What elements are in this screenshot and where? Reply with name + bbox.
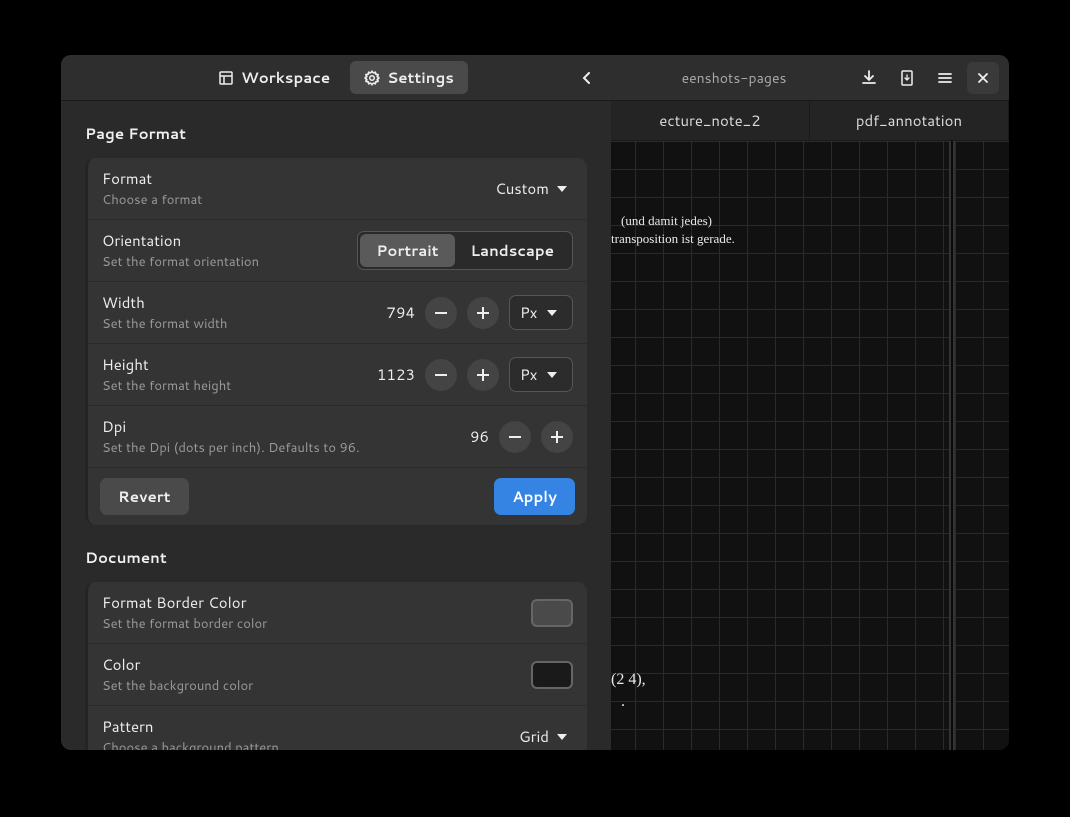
dpi-sub: Set the Dpi (dots per inch). Defaults to… bbox=[102, 439, 429, 457]
app-window: Workspace Settings Page Format Format bbox=[61, 55, 1009, 750]
row-height: Height Set the format height Px bbox=[88, 344, 587, 406]
border-color-swatch[interactable] bbox=[531, 599, 573, 627]
row-width: Width Set the format width Px bbox=[88, 282, 587, 344]
chevron-down-icon bbox=[547, 372, 557, 378]
height-increment-button[interactable] bbox=[467, 359, 499, 391]
tab-workspace-label: Workspace bbox=[241, 67, 330, 88]
pattern-label: Pattern bbox=[102, 716, 503, 737]
width-decrement-button[interactable] bbox=[425, 297, 457, 329]
bg-color-swatch[interactable] bbox=[531, 661, 573, 689]
width-sub: Set the format width bbox=[102, 315, 355, 333]
document-tabs: ecture_note_2 pdf_annotation bbox=[611, 101, 1009, 141]
apply-button[interactable]: Apply bbox=[494, 478, 575, 515]
chevron-down-icon bbox=[557, 186, 567, 192]
pattern-value: Grid bbox=[519, 726, 549, 747]
minus-icon bbox=[435, 312, 447, 314]
height-unit-value: Px bbox=[520, 364, 537, 385]
row-dpi: Dpi Set the Dpi (dots per inch). Default… bbox=[88, 406, 587, 468]
height-decrement-button[interactable] bbox=[425, 359, 457, 391]
border-color-sub: Set the format border color bbox=[102, 615, 521, 633]
canvas-area[interactable]: (und damit jedes) transposition ist gera… bbox=[611, 141, 1009, 750]
pattern-sub: Choose a background pattern bbox=[102, 739, 503, 750]
orientation-landscape-button[interactable]: Landscape bbox=[455, 234, 570, 267]
width-unit-dropdown[interactable]: Px bbox=[509, 295, 573, 330]
minus-icon bbox=[435, 374, 447, 376]
tab-settings-label: Settings bbox=[387, 67, 454, 88]
document-icon bbox=[899, 70, 915, 86]
bg-color-label: Color bbox=[102, 654, 521, 675]
width-increment-button[interactable] bbox=[467, 297, 499, 329]
doc-tab-1[interactable]: ecture_note_2 bbox=[611, 101, 810, 140]
width-input[interactable] bbox=[365, 302, 415, 323]
width-unit-value: Px bbox=[520, 302, 537, 323]
hamburger-menu-button[interactable] bbox=[929, 62, 961, 94]
close-icon bbox=[977, 72, 989, 84]
workspace-icon bbox=[218, 70, 234, 86]
format-dropdown[interactable]: Custom bbox=[489, 174, 573, 203]
border-color-label: Format Border Color bbox=[102, 592, 521, 613]
main-area: eenshots-pages ecture_note_2 pdf_annotat… bbox=[611, 55, 1009, 750]
download-icon bbox=[861, 70, 877, 86]
settings-sidebar: Workspace Settings Page Format Format bbox=[61, 55, 611, 750]
collapse-sidebar-button[interactable] bbox=[573, 64, 601, 92]
row-orientation: Orientation Set the format orientation P… bbox=[88, 220, 587, 282]
window-title: eenshots-pages bbox=[621, 68, 847, 88]
sidebar-tabs: Workspace Settings bbox=[204, 61, 468, 94]
orientation-portrait-button[interactable]: Portrait bbox=[360, 234, 454, 267]
bg-color-sub: Set the background color bbox=[102, 677, 521, 695]
format-sub: Choose a format bbox=[102, 191, 479, 209]
minus-icon bbox=[509, 436, 521, 438]
row-bg-color: Color Set the background color bbox=[88, 644, 587, 706]
pattern-dropdown[interactable]: Grid bbox=[513, 722, 573, 750]
row-pattern: Pattern Choose a background pattern Grid bbox=[88, 706, 587, 750]
revert-button[interactable]: Revert bbox=[100, 478, 189, 515]
sidebar-header: Workspace Settings bbox=[61, 55, 611, 101]
height-unit-dropdown[interactable]: Px bbox=[509, 357, 573, 392]
handwriting-stroke: transposition ist gerade. bbox=[611, 231, 735, 247]
tab-settings[interactable]: Settings bbox=[350, 61, 468, 94]
tab-workspace[interactable]: Workspace bbox=[204, 61, 344, 94]
gear-icon bbox=[364, 70, 380, 86]
dpi-label: Dpi bbox=[102, 416, 429, 437]
height-label: Height bbox=[102, 354, 355, 375]
page-format-card: Format Choose a format Custom Orientatio… bbox=[85, 158, 587, 525]
dpi-input[interactable] bbox=[439, 426, 489, 447]
orientation-toggle: Portrait Landscape bbox=[357, 231, 573, 270]
plus-icon bbox=[551, 431, 563, 443]
format-label: Format bbox=[102, 168, 479, 189]
section-page-format-title: Page Format bbox=[85, 123, 587, 144]
plus-icon bbox=[477, 369, 489, 381]
chevron-down-icon bbox=[547, 310, 557, 316]
row-border-color: Format Border Color Set the format borde… bbox=[88, 582, 587, 644]
row-format: Format Choose a format Custom bbox=[88, 158, 587, 220]
plus-icon bbox=[477, 307, 489, 319]
sidebar-body: Page Format Format Choose a format Custo… bbox=[61, 101, 611, 750]
handwriting-stroke: (2 4), bbox=[611, 671, 646, 689]
document-export-button[interactable] bbox=[891, 62, 923, 94]
height-sub: Set the format height bbox=[102, 377, 355, 395]
download-button[interactable] bbox=[853, 62, 885, 94]
hamburger-icon bbox=[937, 70, 953, 86]
close-window-button[interactable] bbox=[967, 62, 999, 94]
dpi-decrement-button[interactable] bbox=[499, 421, 531, 453]
section-document-title: Document bbox=[85, 547, 587, 568]
chevron-left-icon bbox=[581, 72, 593, 84]
format-value: Custom bbox=[495, 178, 549, 199]
titlebar: eenshots-pages bbox=[611, 55, 1009, 101]
chevron-down-icon bbox=[557, 734, 567, 740]
doc-tab-2[interactable]: pdf_annotation bbox=[810, 101, 1009, 140]
dpi-increment-button[interactable] bbox=[541, 421, 573, 453]
page-format-actions: Revert Apply bbox=[88, 468, 587, 525]
width-label: Width bbox=[102, 292, 355, 313]
handwriting-stroke: . bbox=[621, 693, 625, 711]
handwriting-stroke: (und damit jedes) bbox=[621, 213, 712, 229]
height-input[interactable] bbox=[365, 364, 415, 385]
document-card: Format Border Color Set the format borde… bbox=[85, 582, 587, 750]
orientation-label: Orientation bbox=[102, 230, 347, 251]
orientation-sub: Set the format orientation bbox=[102, 253, 347, 271]
page-surface-next bbox=[953, 141, 1009, 750]
